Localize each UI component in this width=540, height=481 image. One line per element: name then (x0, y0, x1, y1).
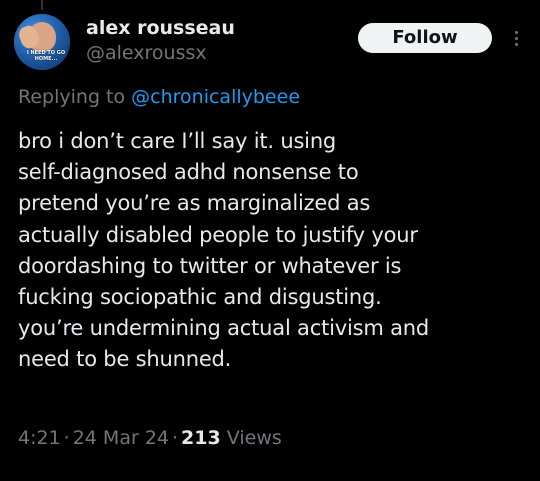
tweet-time[interactable]: 4:21 (18, 427, 61, 449)
replying-to: Replying to @chronicallybeee (18, 84, 300, 110)
thread-connector-line (41, 0, 43, 10)
more-dot (514, 42, 518, 46)
views-count[interactable]: 213 (181, 427, 221, 449)
tweet-meta: 4:21 · 24 Mar 24 · 213 Views (18, 424, 282, 452)
tweet-date[interactable]: 24 Mar 24 (73, 427, 169, 449)
replying-to-prefix: Replying to (18, 86, 132, 108)
tweet-text-line: actually disabled people to justify your (18, 222, 418, 247)
tweet-text: bro i don’t care I’ll say it. using self… (18, 126, 528, 376)
tweet-text-line: you’re undermining actual activism and (18, 316, 429, 341)
tweet-text-line: bro i don’t care I’ll say it. using (18, 129, 337, 153)
author-names[interactable]: alex rousseau @alexroussx (86, 16, 235, 66)
author-display-name[interactable]: alex rousseau (86, 16, 235, 40)
meta-separator: · (63, 427, 70, 449)
tweet-text-line: pretend you’re as marginalized as (18, 191, 371, 216)
more-vertical-icon[interactable] (508, 24, 524, 52)
tweet-text-line: need to be shunned. (18, 347, 232, 372)
author-handle[interactable]: @alexroussx (86, 40, 235, 66)
tweet-text-line: fucking sociopathic and disgusting. (18, 285, 382, 310)
views-label[interactable]: Views (227, 427, 282, 449)
avatar[interactable]: I NEED TO GO HOME... (14, 14, 70, 70)
avatar-caption: I NEED TO GO HOME... (26, 50, 66, 62)
tweet-text-line: self-diagnosed adhd nonsense to (18, 160, 359, 185)
tweet-text-line: doordashing to twitter or whatever is (18, 253, 402, 278)
more-dot (514, 36, 518, 40)
meta-separator: · (172, 427, 179, 449)
replying-to-link[interactable]: @chronicallybeee (131, 86, 300, 108)
more-dot (514, 30, 518, 34)
follow-button[interactable]: Follow (358, 23, 492, 53)
tweet-header: I NEED TO GO HOME... alex rousseau @alex… (14, 14, 526, 74)
